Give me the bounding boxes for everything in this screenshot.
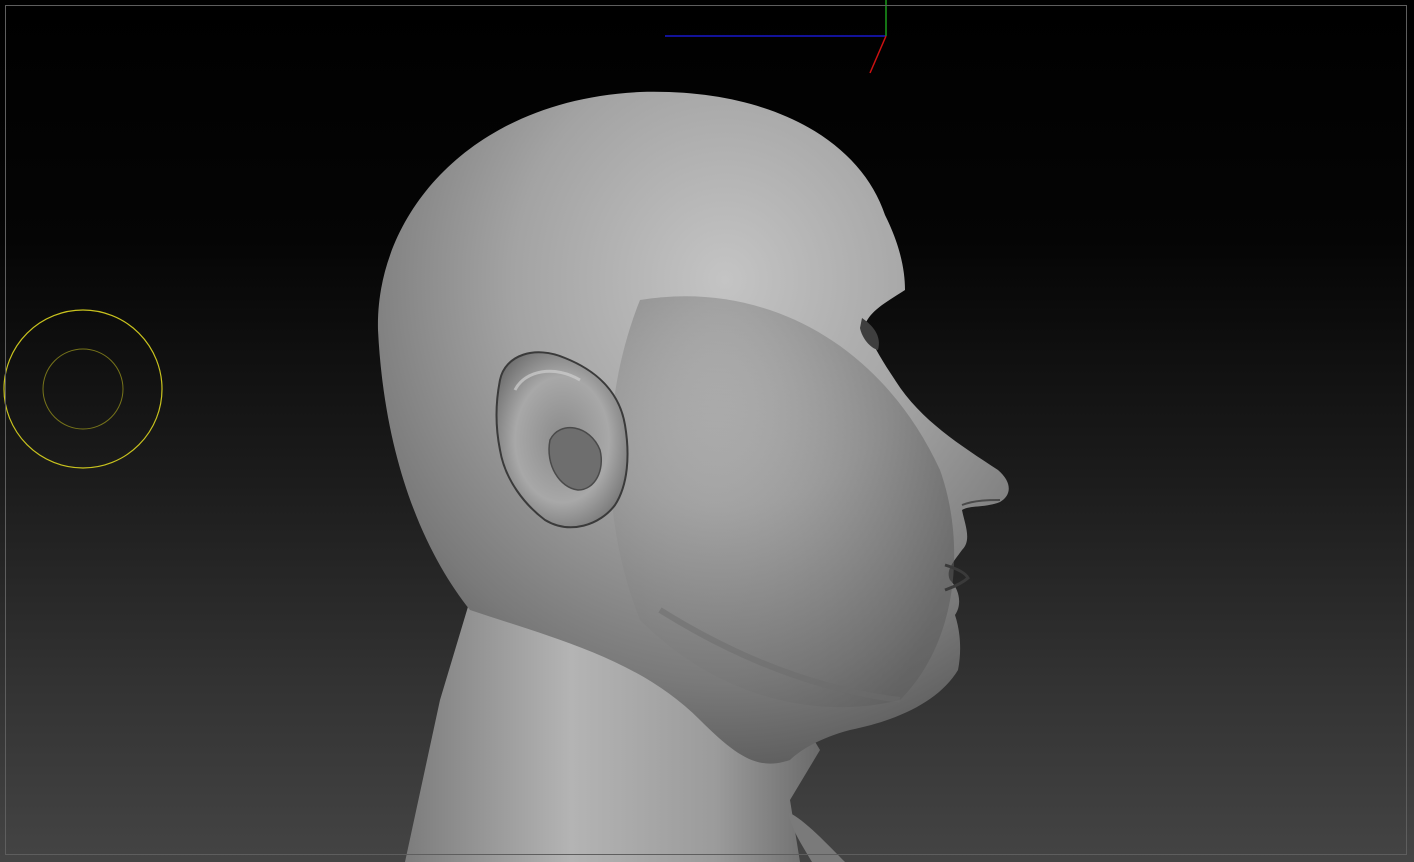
document-viewport[interactable] [0, 0, 1414, 862]
brush-cursor-icon [3, 309, 163, 469]
brush-outer-radius [3, 309, 163, 469]
x-axis-line [869, 35, 887, 74]
brush-inner-radius [42, 348, 124, 430]
sculpted-head-model[interactable] [377, 91, 1009, 862]
axis-gizmo-icon [665, 0, 887, 74]
viewport-canvas[interactable] [0, 0, 1414, 862]
